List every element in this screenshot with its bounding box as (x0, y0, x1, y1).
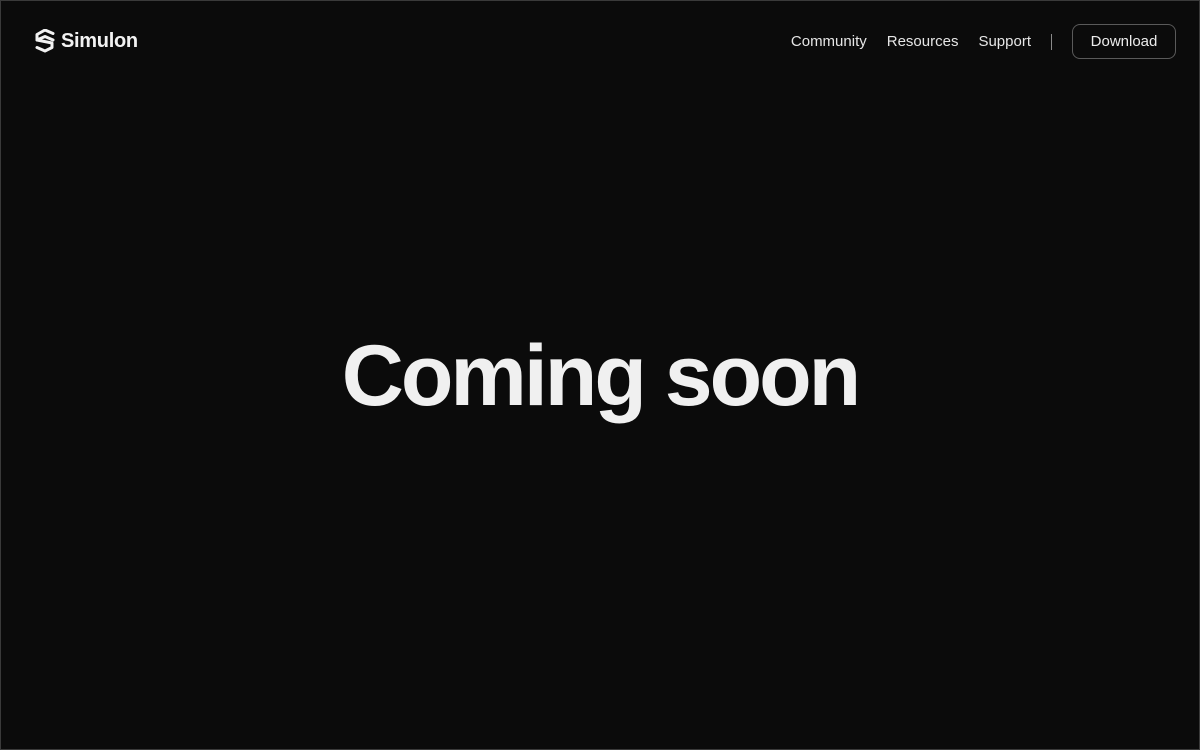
hero-title: Coming soon (341, 328, 861, 424)
hero-section: Coming soon (1, 321, 1199, 431)
download-button[interactable]: Download (1072, 24, 1176, 59)
page: Simulon Community Resources Support Down… (0, 0, 1200, 750)
brand-name: Simulon (61, 30, 138, 52)
simulon-logo-icon (35, 29, 55, 53)
nav-divider (1051, 33, 1052, 50)
main-nav: Community Resources Support Download (791, 24, 1176, 59)
nav-link-community[interactable]: Community (791, 24, 867, 59)
nav-link-resources[interactable]: Resources (887, 24, 959, 59)
nav-link-support[interactable]: Support (978, 24, 1031, 59)
brand-logo-link[interactable]: Simulon (34, 28, 138, 54)
site-header: Simulon Community Resources Support Down… (1, 1, 1199, 81)
